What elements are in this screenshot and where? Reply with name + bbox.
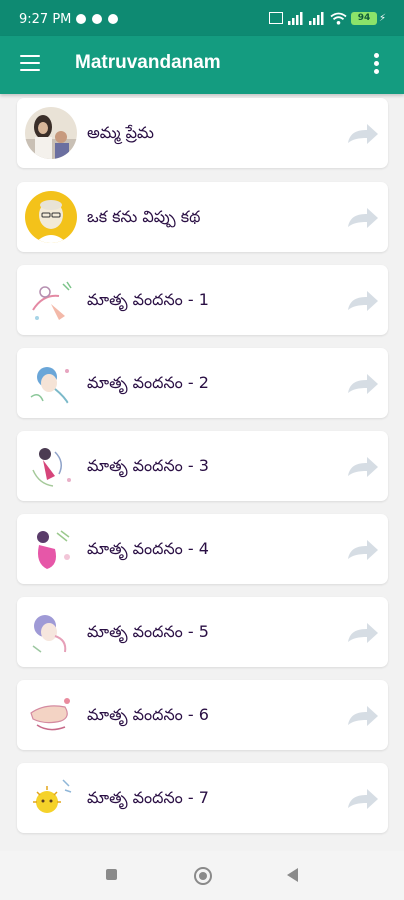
- item-label: మాతృ వందనం - 4: [87, 539, 209, 558]
- share-arrow-icon[interactable]: [347, 622, 379, 644]
- content-list[interactable]: అమ్మ ప్రేమ ఒక కను విప్పు కథ మాతృ వందనం -…: [0, 94, 404, 851]
- sketch-illustration-thumbnail: [25, 274, 77, 326]
- back-triangle-icon[interactable]: [287, 868, 298, 882]
- app-bar: Matruvandanam: [0, 36, 404, 94]
- list-item[interactable]: మాతృ వందనం - 6: [17, 680, 388, 750]
- list-item[interactable]: మాతృ వందనం - 1: [17, 265, 388, 335]
- share-arrow-icon[interactable]: [347, 373, 379, 395]
- mother-portrait-thumbnail: [25, 107, 77, 159]
- item-label: అమ్మ ప్రేమ: [87, 123, 154, 142]
- signal-icon: [308, 12, 324, 25]
- sketch-illustration-thumbnail: [25, 689, 77, 741]
- recents-square-icon[interactable]: [106, 869, 117, 880]
- app-notification-icon: [108, 14, 118, 24]
- share-arrow-icon[interactable]: [347, 705, 379, 727]
- item-label: మాతృ వందనం - 6: [87, 705, 209, 724]
- share-arrow-icon[interactable]: [347, 290, 379, 312]
- sketch-illustration-thumbnail: [25, 606, 77, 658]
- item-label: మాతృ వందనం - 7: [87, 788, 209, 807]
- status-bar: 9:27 PM 94 ⚡: [0, 0, 404, 36]
- list-item[interactable]: మాతృ వందనం - 4: [17, 514, 388, 584]
- share-arrow-icon[interactable]: [347, 539, 379, 561]
- hamburger-menu-icon[interactable]: [20, 55, 40, 71]
- list-item[interactable]: ఒక కను విప్పు కథ: [17, 182, 388, 252]
- wifi-icon: [330, 12, 347, 25]
- share-arrow-icon[interactable]: [347, 207, 379, 229]
- battery-icon: 94: [350, 11, 377, 25]
- status-right-cluster: 94 ⚡: [268, 10, 386, 26]
- item-label: మాతృ వందనం - 3: [87, 456, 209, 475]
- app-title: Matruvandanam: [75, 52, 221, 73]
- poet-portrait-thumbnail: [25, 191, 77, 243]
- share-arrow-icon[interactable]: [347, 123, 379, 145]
- share-arrow-icon[interactable]: [347, 788, 379, 810]
- signal-icon: [287, 12, 303, 25]
- list-item[interactable]: అమ్మ ప్రేమ: [17, 98, 388, 168]
- charging-bolt-icon: ⚡: [378, 12, 386, 24]
- sketch-illustration-thumbnail: [25, 440, 77, 492]
- battery-level: 94: [357, 13, 371, 23]
- more-vertical-icon[interactable]: [374, 53, 379, 75]
- list-item[interactable]: మాతృ వందనం - 5: [17, 597, 388, 667]
- list-item[interactable]: మాతృ వందనం - 2: [17, 348, 388, 418]
- volte-icon: [268, 12, 283, 24]
- app-notification-icon: [76, 14, 86, 24]
- share-arrow-icon[interactable]: [347, 456, 379, 478]
- status-time: 9:27 PM: [19, 12, 72, 27]
- item-label: మాతృ వందనం - 5: [87, 622, 209, 641]
- item-label: మాతృ వందనం - 2: [87, 373, 209, 392]
- item-label: ఒక కను విప్పు కథ: [87, 207, 201, 226]
- list-item[interactable]: మాతృ వందనం - 7: [17, 763, 388, 833]
- home-circle-icon[interactable]: [194, 867, 212, 885]
- sketch-illustration-thumbnail: [25, 357, 77, 409]
- system-nav-bar: [0, 851, 404, 900]
- sketch-illustration-thumbnail: [25, 523, 77, 575]
- sketch-illustration-thumbnail: [25, 772, 77, 824]
- list-item[interactable]: మాతృ వందనం - 3: [17, 431, 388, 501]
- settings-notification-icon: [92, 14, 102, 24]
- item-label: మాతృ వందనం - 1: [87, 290, 209, 309]
